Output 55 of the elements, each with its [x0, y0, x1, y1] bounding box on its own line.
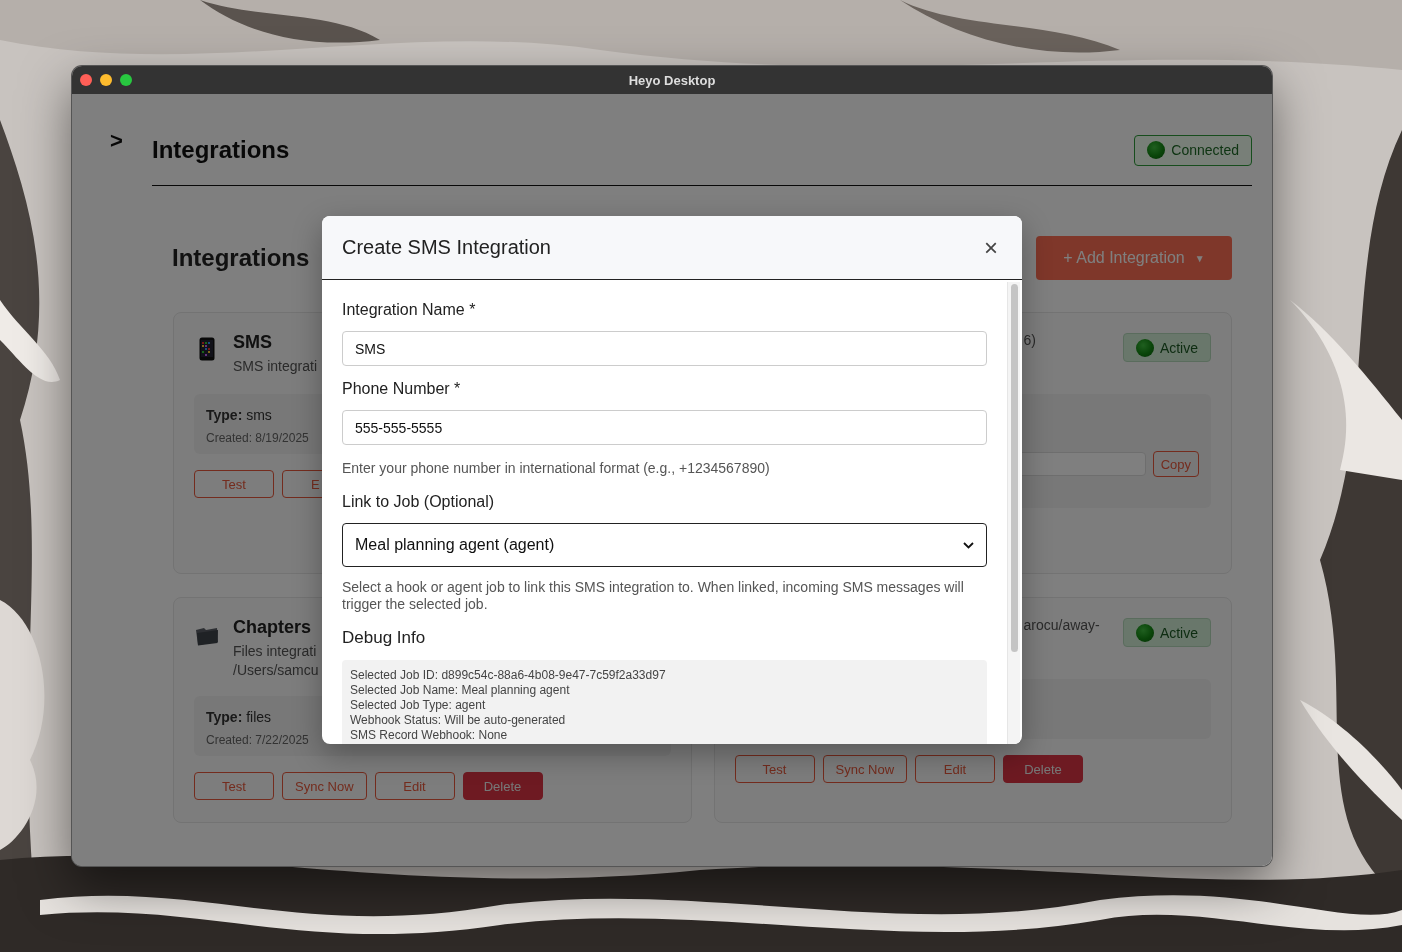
created-date: Created: 7/22/2025 [206, 732, 309, 748]
close-button[interactable]: × [980, 235, 1002, 260]
card-title: Chapters [233, 616, 312, 638]
action-button[interactable]: Test [734, 755, 815, 783]
zoom-button[interactable] [120, 74, 132, 86]
debug-line: Selected Job ID: d899c54c-88a6-4b08-9e47-7c59f2a33d97 [350, 668, 666, 683]
card-description: 6) [1022, 331, 1036, 350]
card-description: SMS integrati [233, 357, 318, 376]
window-title: Heyo Desktop [628, 72, 716, 88]
status-badge: Active [1122, 333, 1211, 362]
debug-line: Selected Job Name: Meal planning agent [350, 683, 570, 698]
debug-line: Selected Job Type: agent [350, 698, 486, 713]
delete-button[interactable]: Delete [1003, 755, 1084, 783]
close-window-button[interactable] [80, 74, 92, 86]
page-title: Integrations [152, 136, 290, 164]
help-text: Enter your phone number in international format (e.g., +1234567890) [342, 459, 770, 477]
copy-button[interactable]: Copy [1152, 451, 1199, 477]
help-text: Select a hook or agent job to link this SMS integration to. When linked, incoming SMS messages will trigger the selected job. [342, 579, 965, 613]
text-field[interactable]: 555-555-5555 [342, 410, 987, 445]
debug-line: Webhook Status: Will be auto-generated [350, 713, 566, 728]
scrollbar-thumb[interactable] [1011, 284, 1018, 652]
sidebar-toggle[interactable]: > [110, 128, 152, 154]
card-description: arocu/away- [1022, 616, 1100, 635]
action-button[interactable]: Test [194, 772, 274, 800]
text-field[interactable]: SMS [342, 331, 987, 366]
type-text: Type: sms [206, 406, 272, 424]
action-button[interactable]: Sync Now [822, 755, 908, 783]
type-text: Type: files [206, 708, 272, 726]
minimize-button[interactable] [100, 74, 112, 86]
action-button[interactable]: Test [194, 470, 274, 498]
card-description: Files integrati [233, 642, 317, 661]
phone-icon [199, 337, 215, 361]
card-description: /Users/samcu [233, 661, 319, 680]
status-dot-icon [1135, 623, 1154, 642]
section-heading: Debug Info [342, 627, 426, 649]
field-label: Link to Job (Optional) [342, 492, 495, 512]
status-badge: Active [1122, 618, 1211, 647]
created-date: Created: 8/19/2025 [206, 430, 309, 446]
status-badge: Connected [1134, 134, 1252, 166]
dialog-title: Create SMS Integration [342, 236, 551, 259]
chevron-down-icon [963, 541, 974, 549]
action-button[interactable]: Edit [915, 755, 996, 783]
add-integration-button[interactable]: + Add Integration ▼ [1036, 236, 1232, 280]
field-label: Integration Name * [342, 300, 476, 320]
action-button[interactable]: Edit [374, 772, 455, 800]
delete-button[interactable]: Delete [462, 772, 543, 800]
card-title: SMS [233, 331, 272, 353]
field-label: Phone Number * [342, 379, 461, 399]
debug-line: SMS Record Webhook: None [350, 728, 508, 743]
job-select[interactable]: Meal planning agent (agent) [342, 523, 987, 567]
status-dot-icon [1147, 141, 1166, 159]
folder-icon [195, 626, 219, 646]
action-button[interactable]: Sync Now [282, 772, 367, 800]
section-title: Integrations [172, 244, 310, 272]
status-dot-icon [1135, 338, 1154, 357]
